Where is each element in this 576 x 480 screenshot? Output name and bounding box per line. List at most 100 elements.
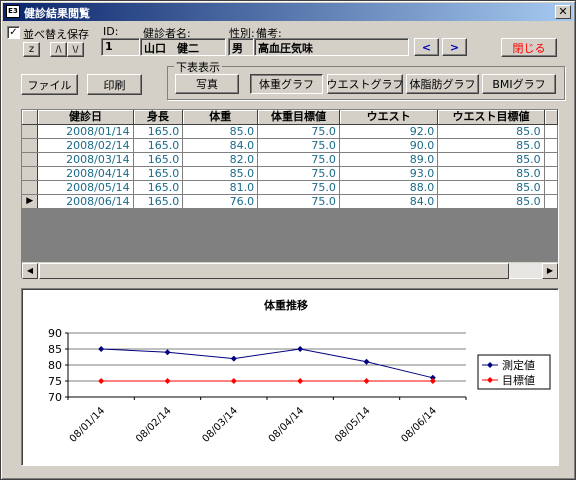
sex-field: 男	[228, 38, 254, 56]
table-cell[interactable]: 85.0	[437, 166, 545, 181]
table-cell-partial	[544, 194, 559, 209]
previous-record-button[interactable]: <	[414, 38, 439, 56]
window-title: 健診結果閲覧	[24, 7, 90, 20]
column-header-partial[interactable]	[544, 110, 559, 125]
data-table: 健診日 身長 体重 体重目標値 ウエスト ウエスト目標値 2008/01/14 1…	[22, 110, 559, 209]
table-row[interactable]: ▶ 2008/06/14 165.0 76.0 75.0 84.0 85.0	[22, 194, 559, 209]
table-cell[interactable]: 2008/04/14	[37, 166, 134, 181]
file-button[interactable]: ファイル	[21, 74, 78, 95]
table-row[interactable]: 2008/02/14 165.0 84.0 75.0 90.0 85.0	[22, 138, 559, 153]
table-cell[interactable]: 85.0	[437, 152, 545, 167]
close-button[interactable]: 閉じる	[501, 38, 557, 57]
weight-graph-button[interactable]: 体重グラフ	[250, 74, 323, 94]
note-field: 高血圧気味	[254, 38, 409, 56]
table-cell[interactable]: 2008/03/14	[37, 152, 134, 167]
bmi-graph-button[interactable]: BMIグラフ	[482, 74, 556, 94]
table-cell[interactable]: 89.0	[339, 152, 439, 167]
table-cell[interactable]: 93.0	[339, 166, 439, 181]
sort-asc-button[interactable]: /\	[50, 42, 67, 57]
scroll-thumb[interactable]	[39, 263, 509, 279]
row-selector[interactable]	[22, 124, 39, 139]
table-cell[interactable]: 75.0	[257, 180, 340, 195]
sort-z-button[interactable]: z	[23, 42, 40, 57]
table-cell[interactable]: 90.0	[339, 138, 439, 153]
table-cell[interactable]: 85.0	[437, 194, 545, 209]
table-cell[interactable]: 85.0	[437, 138, 545, 153]
table-cell[interactable]: 85.0	[437, 180, 545, 195]
data-grid[interactable]: 健診日 身長 体重 体重目標値 ウエスト ウエスト目標値 2008/01/14 1…	[21, 109, 559, 279]
table-cell[interactable]: 76.0	[182, 194, 259, 209]
table-cell[interactable]: 75.0	[257, 166, 340, 181]
table-cell[interactable]: 165.0	[133, 124, 184, 139]
legend-label: 測定値	[502, 358, 535, 372]
row-selector-header[interactable]	[22, 110, 39, 125]
table-cell[interactable]: 75.0	[257, 194, 340, 209]
horizontal-scrollbar[interactable]: ◀ ▶	[22, 262, 558, 279]
y-tick-label: 85	[48, 343, 62, 356]
x-tick-label: 08/04/14	[267, 405, 307, 445]
table-cell[interactable]: 82.0	[182, 152, 259, 167]
table-header-row: 健診日 身長 体重 体重目標値 ウエスト ウエスト目標値	[22, 110, 559, 125]
chart-title: 体重推移	[264, 298, 308, 312]
table-cell[interactable]: 2008/01/14	[37, 124, 134, 139]
table-cell[interactable]: 2008/05/14	[37, 180, 134, 195]
data-point	[98, 346, 105, 352]
table-cell[interactable]: 75.0	[257, 152, 340, 167]
data-point	[297, 378, 304, 384]
table-cell[interactable]: 165.0	[133, 166, 184, 181]
table-cell[interactable]: 165.0	[133, 152, 184, 167]
waist-graph-button[interactable]: ウエストグラフ	[327, 74, 404, 94]
column-header[interactable]: ウエスト	[339, 110, 439, 125]
x-tick-label: 08/06/14	[399, 405, 439, 445]
table-cell-partial	[544, 138, 559, 153]
row-selector[interactable]	[22, 138, 39, 153]
body-fat-graph-button[interactable]: 体脂肪グラフ	[406, 74, 479, 94]
table-cell[interactable]: 165.0	[133, 194, 184, 209]
x-tick-label: 08/02/14	[134, 405, 174, 445]
row-selector[interactable]	[22, 180, 39, 195]
row-selector[interactable]: ▶	[22, 194, 39, 209]
form-icon: E3	[6, 5, 20, 18]
table-cell[interactable]: 165.0	[133, 180, 184, 195]
y-tick-label: 70	[48, 391, 62, 404]
table-cell[interactable]: 165.0	[133, 138, 184, 153]
data-point	[363, 358, 370, 365]
table-cell[interactable]: 85.0	[437, 124, 545, 139]
table-cell[interactable]: 75.0	[257, 138, 340, 153]
column-header[interactable]: 身長	[133, 110, 184, 125]
table-cell[interactable]: 88.0	[339, 180, 439, 195]
table-cell[interactable]: 2008/02/14	[37, 138, 134, 153]
table-cell[interactable]: 85.0	[182, 124, 259, 139]
window-close-button[interactable]: ✕	[555, 5, 571, 19]
scroll-right-icon[interactable]: ▶	[542, 263, 558, 279]
y-tick-label: 90	[48, 327, 62, 340]
column-header[interactable]: 健診日	[37, 110, 134, 125]
column-header[interactable]: 体重	[182, 110, 259, 125]
table-cell[interactable]: 92.0	[339, 124, 439, 139]
app-window: E3 健診結果閲覧 ✕ ✓ 並べ替え保存 z /\ \/ ID: 健診者名: 性…	[0, 0, 576, 480]
scroll-left-icon[interactable]: ◀	[22, 263, 38, 279]
table-cell[interactable]: 75.0	[257, 124, 340, 139]
table-cell[interactable]: 85.0	[182, 166, 259, 181]
title-bar[interactable]: E3 健診結果閲覧 ✕	[3, 3, 573, 21]
next-record-button[interactable]: >	[442, 38, 467, 56]
row-selector[interactable]	[22, 166, 39, 181]
sort-save-checkbox[interactable]: ✓	[7, 26, 20, 39]
sort-desc-button[interactable]: \/	[67, 42, 84, 57]
column-header[interactable]: ウエスト目標値	[437, 110, 545, 125]
table-cell[interactable]: 2008/06/14	[37, 194, 134, 209]
id-label: ID:	[103, 25, 119, 38]
photo-button[interactable]: 写真	[175, 74, 239, 94]
weight-chart: 体重推移 70 75 80 85 90 08/01/14 08/02/14 08/03/14 08…	[48, 298, 551, 445]
table-row[interactable]: 2008/04/14 165.0 85.0 75.0 93.0 85.0	[22, 166, 559, 181]
data-point	[164, 349, 171, 356]
row-selector[interactable]	[22, 152, 39, 167]
table-row[interactable]: 2008/01/14 165.0 85.0 75.0 92.0 85.0	[22, 124, 559, 139]
table-row[interactable]: 2008/05/14 165.0 81.0 75.0 88.0 85.0	[22, 180, 559, 195]
print-button[interactable]: 印刷	[87, 74, 142, 95]
table-cell[interactable]: 84.0	[339, 194, 439, 209]
column-header[interactable]: 体重目標値	[257, 110, 340, 125]
table-row[interactable]: 2008/03/14 165.0 82.0 75.0 89.0 85.0	[22, 152, 559, 167]
table-cell[interactable]: 84.0	[182, 138, 259, 153]
table-cell[interactable]: 81.0	[182, 180, 259, 195]
